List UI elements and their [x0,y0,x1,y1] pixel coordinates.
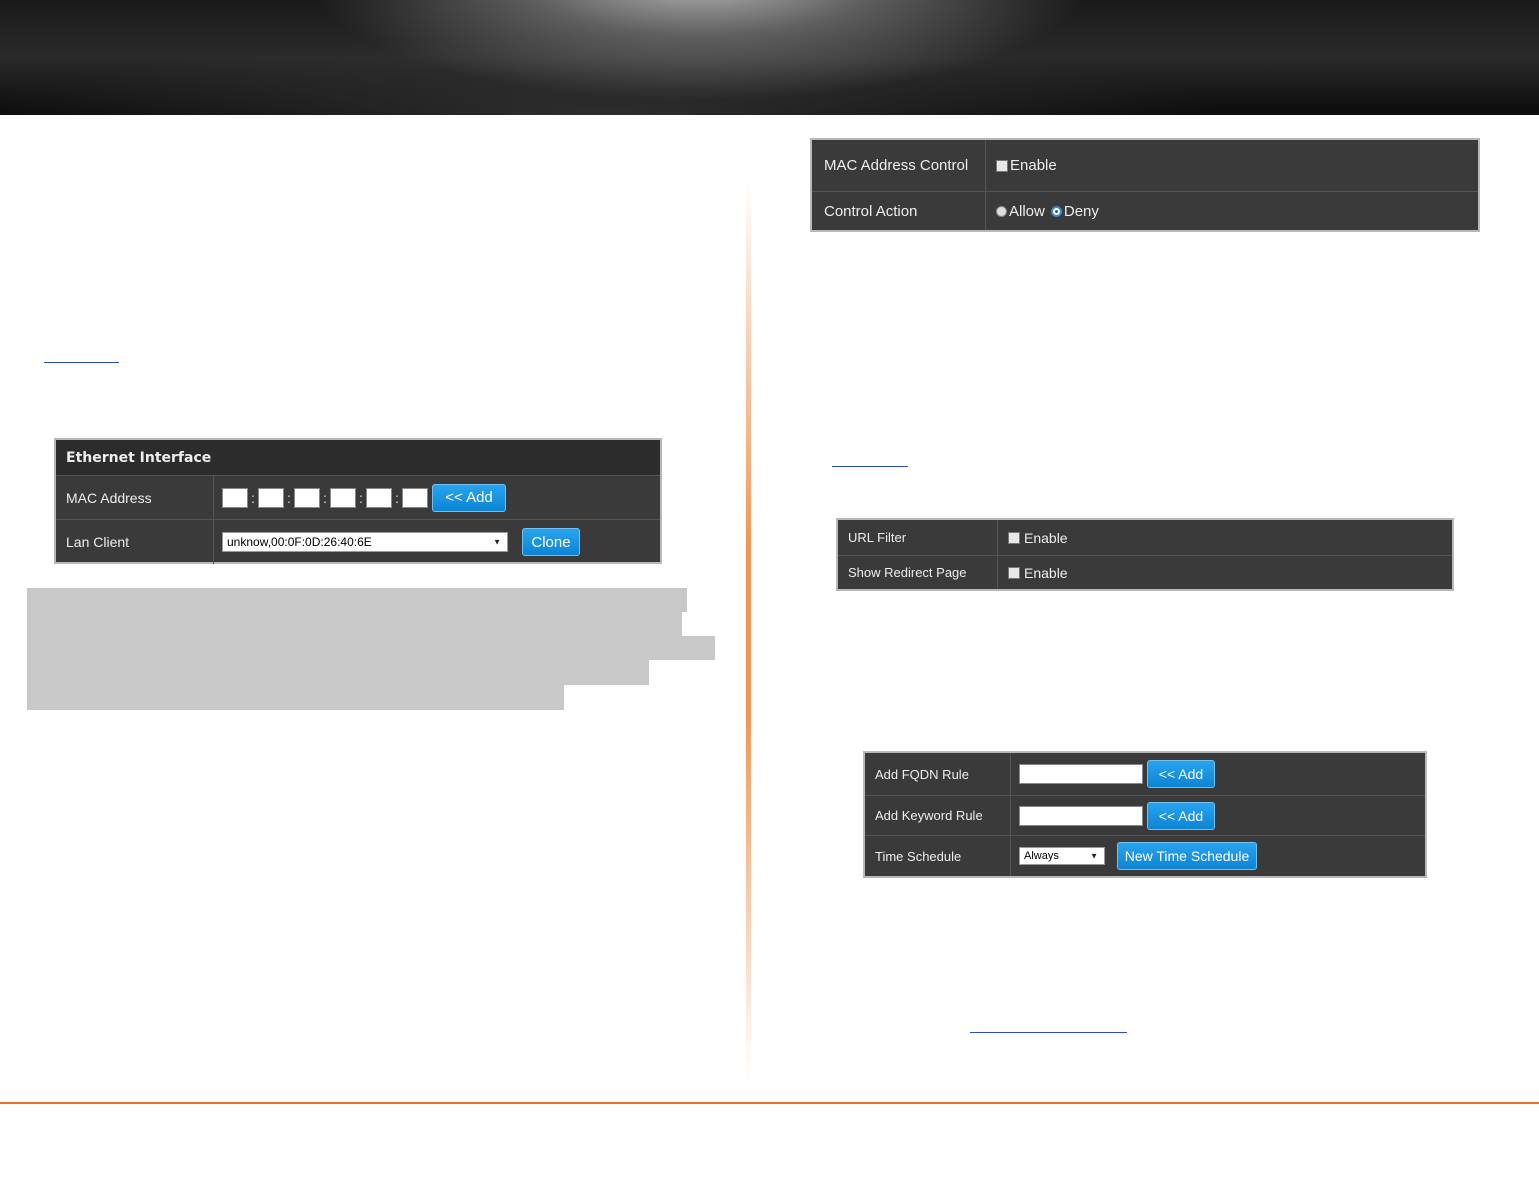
url-filter-enable-label: Enable [1024,529,1068,546]
ethernet-interface-panel: Ethernet Interface MAC Address : : : : :… [54,438,662,564]
control-action-label: Control Action [812,192,986,230]
redaction-block [27,685,564,710]
lan-client-value: unknow,00:0F:0D:26:40:6E [227,535,372,549]
clone-button[interactable]: Clone [522,528,580,556]
deny-label: Deny [1063,202,1099,220]
time-schedule-select[interactable]: Always ▼ [1019,847,1105,865]
redirect-page-enable-label: Enable [1024,564,1068,581]
url-filter-checkbox[interactable] [1008,531,1020,544]
add-fqdn-button[interactable]: << Add [1147,760,1215,788]
add-keyword-button[interactable]: << Add [1147,801,1215,830]
time-schedule-label: Time Schedule [865,836,1011,876]
url-filter-panel: URL Filter Enable Show Redirect Page Ena… [836,518,1454,591]
mac-octet-1[interactable] [222,487,248,508]
redaction-block [27,612,682,636]
link-underline[interactable] [44,362,119,363]
dropdown-arrow-icon: ▼ [1090,851,1098,861]
redaction-block [27,636,715,660]
panel-title: Ethernet Interface [66,449,212,466]
mac-octet-4[interactable] [330,487,356,508]
deny-radio[interactable] [1050,205,1062,217]
mac-control-label: MAC Address Control [812,140,986,191]
url-rule-panel: Add FQDN Rule << Add Add Keyword Rule <<… [863,751,1427,878]
dropdown-arrow-icon: ▼ [493,537,501,547]
link-underline[interactable] [970,1032,1127,1033]
redaction-block [27,588,687,612]
lan-client-select[interactable]: unknow,00:0F:0D:26:40:6E ▼ [222,532,508,552]
mac-address-label: MAC Address [56,476,214,519]
mac-octet-6[interactable] [402,487,428,508]
lan-client-label: Lan Client [56,520,214,564]
redirect-page-label: Show Redirect Page [838,556,998,589]
allow-radio[interactable] [996,205,1007,217]
mac-control-checkbox[interactable] [996,159,1008,172]
link-underline[interactable] [832,466,908,467]
redirect-page-checkbox[interactable] [1008,566,1020,579]
keyword-rule-input[interactable] [1019,805,1143,826]
mac-control-enable-label: Enable [1010,157,1057,174]
add-mac-button[interactable]: << Add [432,483,506,512]
header-banner [0,0,1539,115]
allow-label: Allow [1009,202,1045,220]
mac-octet-5[interactable] [366,487,392,508]
redaction-block [27,660,649,685]
fqdn-rule-input[interactable] [1019,764,1143,784]
keyword-rule-label: Add Keyword Rule [865,796,1011,835]
url-filter-label: URL Filter [838,520,998,555]
time-schedule-value: Always [1024,850,1059,862]
column-divider [746,180,751,1080]
fqdn-rule-label: Add FQDN Rule [865,753,1011,795]
footer-line [0,1102,1539,1104]
new-time-schedule-button[interactable]: New Time Schedule [1117,842,1257,870]
mac-octet-3[interactable] [294,487,320,508]
mac-octet-2[interactable] [258,487,284,508]
mac-address-control-panel: MAC Address Control Enable Control Actio… [810,138,1480,232]
